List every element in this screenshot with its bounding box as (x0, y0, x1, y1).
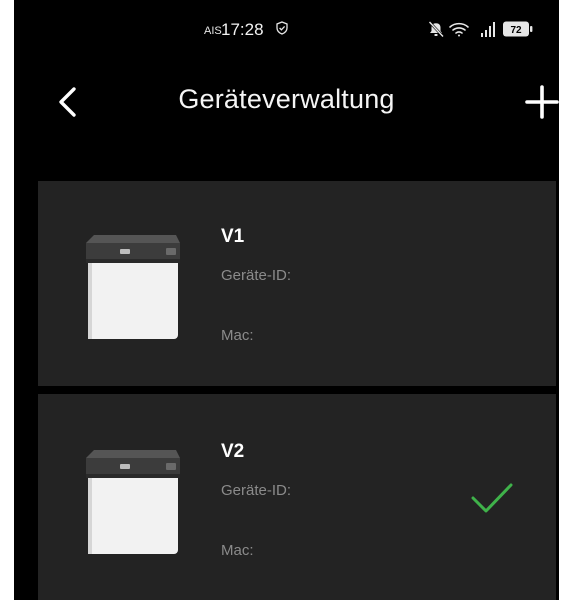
battery-level: 72 (510, 25, 522, 36)
device-card-v1[interactable]: V1 Geräte-ID: Mac: (38, 181, 556, 386)
device-name: V2 (221, 441, 245, 462)
carrier-label: AIS (204, 25, 222, 37)
battery-icon: 72 (503, 21, 533, 37)
app-header: Geräteverwaltung (14, 70, 559, 134)
app-screen: AIS 17:28 72 Geräteverwaltung V1 Geräte-… (14, 0, 559, 600)
device-mac-label: Mac: (221, 327, 254, 344)
device-id-label: Geräte-ID: (221, 267, 292, 284)
device-mac-label: Mac: (221, 542, 254, 559)
silent-icon (428, 21, 444, 38)
battery-device-image (86, 235, 180, 339)
status-bar: AIS 17:28 72 (14, 0, 559, 44)
device-id-label: Geräte-ID: (221, 482, 292, 499)
page-title: Geräteverwaltung (178, 84, 395, 114)
status-icons: 72 (428, 21, 533, 38)
add-device-button[interactable] (524, 84, 559, 120)
wifi-icon (449, 22, 469, 37)
plus-icon (525, 85, 559, 119)
shield-icon (276, 21, 288, 35)
battery-device-image (86, 450, 180, 554)
signal-icon (481, 22, 495, 37)
device-name: V1 (221, 226, 245, 247)
device-card-v2[interactable]: V2 Geräte-ID: Mac: (38, 394, 556, 600)
clock: 17:28 (221, 20, 264, 39)
checkmark-icon (471, 483, 513, 513)
